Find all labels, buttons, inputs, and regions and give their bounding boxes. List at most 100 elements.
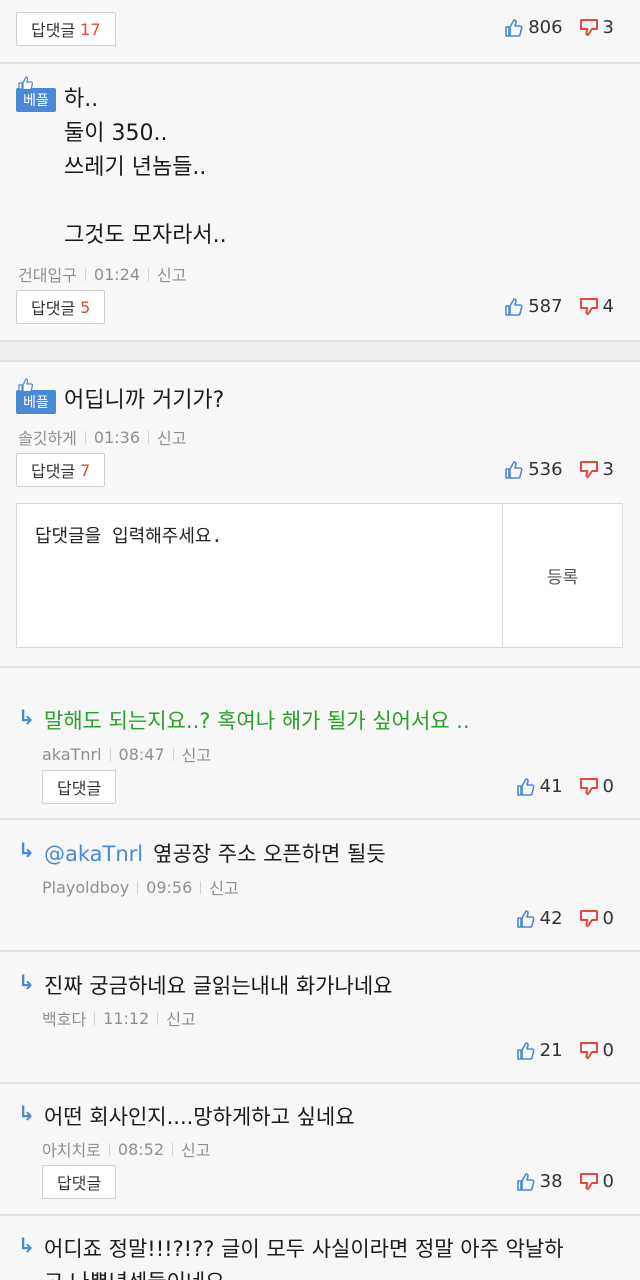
downvote-button[interactable]: 0 xyxy=(579,1040,614,1061)
comment-author: 솔깃하게 xyxy=(18,429,77,448)
upvote-count: 41 xyxy=(539,776,563,797)
thumb-up-icon xyxy=(505,460,523,479)
upvote-count: 42 xyxy=(539,908,563,929)
best-badge-label: 베플 xyxy=(16,88,56,112)
upvote-button[interactable]: 536 xyxy=(504,459,563,480)
upvote-count: 806 xyxy=(528,17,563,38)
thumb-up-icon xyxy=(516,1041,535,1060)
downvote-count: 0 xyxy=(602,776,614,797)
vote-group: 38 0 xyxy=(516,1171,614,1192)
thumb-down-icon xyxy=(579,18,598,36)
reply-arrow-icon: ↳ xyxy=(18,838,35,862)
reply-arrow-icon: ↳ xyxy=(18,705,35,729)
downvote-button[interactable]: 0 xyxy=(579,908,614,929)
reply-author: 백호다 xyxy=(42,1010,87,1029)
thumb-down-icon xyxy=(579,297,598,315)
reply-count: 17 xyxy=(80,19,101,39)
comment-meta: 건대입구 01:24 신고 xyxy=(18,262,186,286)
reply-button[interactable]: 답댓글 xyxy=(42,770,117,804)
reply-input-box: 답댓글을 입력해주세요. 등록 xyxy=(16,503,623,648)
downvote-count: 4 xyxy=(602,296,614,317)
upvote-button[interactable]: 806 xyxy=(504,17,563,38)
downvote-button[interactable]: 3 xyxy=(579,459,614,480)
downvote-button[interactable]: 4 xyxy=(579,296,614,317)
upvote-count: 536 xyxy=(528,459,563,480)
report-link[interactable]: 신고 xyxy=(182,742,211,766)
reply-time: 08:52 xyxy=(117,1139,164,1159)
reply-meta: Playoldboy 09:56 신고 xyxy=(42,875,239,899)
reply-meta: akaTnrl 08:47 신고 xyxy=(42,742,211,766)
vote-group: 806 3 xyxy=(504,17,614,38)
reply-text: 말해도 되는지요..? 혹여나 해가 될가 싶어서요 .. xyxy=(44,709,470,733)
thumb-up-icon xyxy=(516,909,535,928)
upvote-button[interactable]: 38 xyxy=(516,1171,563,1192)
divider xyxy=(0,340,640,342)
reply-button[interactable]: 답댓글 5 xyxy=(16,290,106,324)
reply-author: Playoldboy xyxy=(42,877,130,897)
reply-text: @akaTnrl 옆공장 주소 오픈하면 될듯 xyxy=(44,838,386,868)
vote-group: 42 0 xyxy=(516,908,614,929)
reply-time: 09:56 xyxy=(146,877,193,897)
comment-text: 어딥니까 거기가? xyxy=(64,388,225,413)
downvote-count: 0 xyxy=(602,1171,614,1192)
thumb-down-icon xyxy=(579,777,598,795)
best-hand-icon xyxy=(18,378,34,392)
reply-button[interactable]: 답댓글 7 xyxy=(16,453,106,487)
reply-count: 5 xyxy=(80,297,91,317)
reply-text-continued: 고 나쁜년섹들이네요 xyxy=(44,1266,225,1280)
comment-time: 01:36 xyxy=(93,427,140,447)
best-badge-label: 베플 xyxy=(16,390,56,414)
upvote-button[interactable]: 21 xyxy=(516,1040,563,1061)
upvote-button[interactable]: 587 xyxy=(504,296,563,317)
thumb-down-icon xyxy=(579,1041,598,1059)
report-link[interactable]: 신고 xyxy=(209,875,238,899)
reply-arrow-icon: ↳ xyxy=(18,970,35,994)
thumb-down-icon xyxy=(579,460,598,478)
submit-reply-button[interactable]: 등록 xyxy=(503,504,622,647)
thumb-down-icon xyxy=(579,909,598,927)
reply-author: 아치치로 xyxy=(42,1141,101,1160)
downvote-count: 0 xyxy=(602,908,614,929)
reply-button[interactable]: 답댓글 17 xyxy=(16,12,116,46)
reply-time: 11:12 xyxy=(103,1008,150,1028)
best-badge: 베플 xyxy=(16,76,56,112)
divider xyxy=(0,360,640,362)
thumb-up-icon xyxy=(505,297,523,316)
thumb-up-icon xyxy=(516,1172,535,1191)
reply-text: 어떤 회사인지....망하게하고 싶네요 xyxy=(44,1105,355,1129)
reply-arrow-icon: ↳ xyxy=(18,1101,35,1125)
upvote-count: 21 xyxy=(539,1040,563,1061)
reply-button-label: 답댓글 xyxy=(31,21,76,40)
reply-count: 7 xyxy=(80,460,91,480)
reply-text: 진짜 궁금하네요 글읽는내내 화가나네요 xyxy=(44,974,393,998)
reply-meta: 아치치로 08:52 신고 xyxy=(42,1137,210,1161)
vote-group: 41 0 xyxy=(516,776,614,797)
upvote-button[interactable]: 42 xyxy=(516,908,563,929)
vote-group: 536 3 xyxy=(504,459,614,480)
downvote-button[interactable]: 3 xyxy=(579,17,614,38)
report-link[interactable]: 신고 xyxy=(166,1006,195,1030)
reply-button-label: 답댓글 xyxy=(57,779,102,798)
upvote-count: 38 xyxy=(539,1171,563,1192)
comment-time: 01:24 xyxy=(93,264,140,284)
upvote-button[interactable]: 41 xyxy=(516,776,563,797)
vote-group: 587 4 xyxy=(504,296,614,317)
reply-button[interactable]: 답댓글 xyxy=(42,1165,117,1199)
reply-arrow-icon: ↳ xyxy=(18,1233,35,1257)
comment-meta: 솔깃하게 01:36 신고 xyxy=(18,425,186,449)
reply-author: akaTnrl xyxy=(42,744,102,764)
reply-input[interactable]: 답댓글을 입력해주세요. xyxy=(35,522,222,548)
reply-meta: 백호다 11:12 신고 xyxy=(42,1006,196,1030)
report-link[interactable]: 신고 xyxy=(181,1137,210,1161)
reply-text: 어디죠 정말!!!?!?? 글이 모두 사실이라면 정말 아주 악날하 xyxy=(44,1237,564,1261)
report-link[interactable]: 신고 xyxy=(157,262,186,286)
best-badge: 베플 xyxy=(16,378,56,414)
downvote-button[interactable]: 0 xyxy=(579,776,614,797)
downvote-count: 0 xyxy=(602,1040,614,1061)
comment-text: 하.. 둘이 350.. 쓰레기 년놈들.. 그것도 모자라서.. xyxy=(64,83,227,253)
report-link[interactable]: 신고 xyxy=(157,425,186,449)
mention-link[interactable]: @akaTnrl xyxy=(44,842,143,866)
downvote-count: 3 xyxy=(602,459,614,480)
reply-button-label: 답댓글 xyxy=(31,462,76,481)
downvote-button[interactable]: 0 xyxy=(579,1171,614,1192)
